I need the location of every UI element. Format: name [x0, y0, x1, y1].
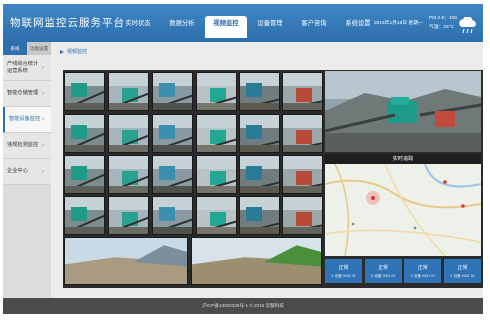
camera-feed-tile-wide[interactable] — [191, 237, 322, 285]
camera-feed-tile[interactable] — [196, 155, 237, 194]
camera-feed-tile[interactable] — [152, 114, 193, 153]
status-label: 正常 — [457, 265, 468, 271]
camera-feed-tile[interactable] — [196, 114, 237, 153]
chevron-right-icon: › — [42, 168, 44, 175]
camera-feed-tile-wide[interactable] — [64, 237, 188, 285]
sidebar-item-label: 产线综合统计运营系统 — [7, 60, 39, 74]
camera-feed-tile[interactable] — [108, 114, 149, 153]
triangle-right-icon — [60, 49, 64, 54]
camera-feed-tile[interactable] — [282, 114, 323, 153]
status-sub: X 设备 0001 01 — [370, 274, 396, 278]
temperature-readout: 气温：23°C — [429, 25, 455, 30]
nav-item-data-analysis[interactable]: 数据分析 — [161, 16, 203, 32]
camera-feed-tile[interactable] — [196, 72, 237, 111]
main-nav: 实时状态 数据分析 视频监控 设备管理 客户咨询 系统设置 — [117, 16, 381, 38]
status-card[interactable]: 正常 X 设备 0001 01 — [325, 259, 362, 283]
pm25-readout: PM 2.5：100 — [429, 16, 457, 21]
camera-feed-tile[interactable] — [152, 72, 193, 111]
status-sub: X 设备 0001 01 — [331, 274, 356, 278]
breadcrumb: 视频监控 — [60, 46, 87, 58]
camera-feed-tile[interactable] — [282, 155, 323, 194]
nav-item-system-settings[interactable]: 系统设置 — [337, 16, 379, 32]
camera-feed-tile[interactable] — [152, 155, 193, 194]
sidebar-item-label: 违规检测监控 — [7, 142, 39, 148]
nav-item-video-monitoring[interactable]: 视频监控 — [205, 16, 247, 38]
camera-feed-tile[interactable] — [64, 155, 105, 194]
tab-system[interactable]: 系统 — [3, 42, 27, 55]
camera-feed-tile[interactable] — [239, 114, 280, 153]
sidebar: 系统 功能设置 产线综合统计运营系统 › 智能仓储管理 › 智能设备监控 › 违… — [3, 42, 51, 298]
footer: 沪ICP备13003335号-1 © 2016 云服科技 — [3, 298, 483, 314]
status-label: 正常 — [378, 265, 389, 271]
map-title: 实时追踪 — [325, 154, 481, 164]
camera-feed-tile[interactable] — [108, 196, 149, 235]
status-sub: X 设备 0001 01 — [450, 274, 475, 278]
top-header: 物联网监控云服务平台 实时状态 数据分析 视频监控 设备管理 客户咨询 系统设置… — [3, 4, 483, 42]
tracking-map[interactable] — [325, 164, 481, 256]
featured-camera-feed[interactable] — [325, 71, 481, 152]
nav-item-realtime-status[interactable]: 实时状态 — [117, 16, 159, 32]
camera-feed-tile[interactable] — [239, 196, 280, 235]
camera-feed-tile[interactable] — [64, 72, 105, 111]
weather-info: PM 2.5：100 气温：23°C — [429, 14, 457, 32]
sidebar-item-violation-detection[interactable]: 违规检测监控 › — [3, 133, 51, 159]
map-canvas — [325, 164, 481, 256]
app-title: 物联网监控云服务平台 — [10, 17, 125, 29]
header-datetime: 2016年1月18日 星期一 — [374, 21, 423, 26]
featured-feed-image — [325, 71, 481, 152]
camera-feed-tile[interactable] — [196, 196, 237, 235]
camera-feed-tile[interactable] — [108, 72, 149, 111]
status-card[interactable]: 正常 X 设备 0001 01 — [364, 259, 402, 283]
sidebar-tabs: 系统 功能设置 — [3, 42, 51, 55]
chevron-right-icon: › — [42, 64, 44, 71]
nav-item-device-management[interactable]: 设备管理 — [249, 16, 291, 32]
sidebar-item-label: 智能设备监控 — [9, 116, 41, 122]
sidebar-item-enterprise-center[interactable]: 企业中心 › — [3, 159, 51, 185]
camera-feed-tile[interactable] — [239, 155, 280, 194]
chevron-right-icon: › — [42, 90, 44, 97]
status-label: 正常 — [417, 265, 428, 271]
tab-function-settings[interactable]: 功能设置 — [27, 42, 51, 55]
sidebar-item-label: 智能仓储管理 — [7, 90, 39, 96]
camera-feed-tile[interactable] — [108, 155, 149, 194]
camera-feed-tile[interactable] — [64, 114, 105, 153]
camera-feed-tile[interactable] — [64, 196, 105, 235]
chevron-right-icon: › — [42, 142, 44, 149]
camera-feed-tile[interactable] — [152, 196, 193, 235]
chevron-right-icon: › — [42, 116, 45, 123]
status-label: 正常 — [338, 265, 349, 271]
nav-item-customer-consulting[interactable]: 客户咨询 — [293, 16, 335, 32]
breadcrumb-label: 视频监控 — [67, 49, 88, 55]
sidebar-item-production-line[interactable]: 产线综合统计运营系统 › — [3, 55, 51, 81]
sidebar-item-device-monitoring[interactable]: 智能设备监控 › — [3, 107, 51, 133]
camera-feed-tile[interactable] — [282, 72, 323, 111]
rain-cloud-icon — [459, 17, 476, 34]
sidebar-item-label: 企业中心 — [7, 168, 28, 174]
status-cards: 正常 X 设备 0001 01 正常 X 设备 0001 01 正常 X 设备 … — [325, 259, 481, 283]
camera-feed-tile[interactable] — [239, 72, 280, 111]
sidebar-item-warehouse[interactable]: 智能仓储管理 › — [3, 81, 51, 107]
status-card[interactable]: 正常 X 设备 0001 01 — [443, 259, 481, 283]
status-card[interactable]: 正常 X 设备 0001 01 — [404, 259, 442, 283]
status-sub: X 设备 0001 01 — [410, 274, 436, 278]
camera-feed-tile[interactable] — [282, 196, 323, 235]
app-window: 物联网监控云服务平台 实时状态 数据分析 视频监控 设备管理 客户咨询 系统设置… — [3, 4, 483, 314]
